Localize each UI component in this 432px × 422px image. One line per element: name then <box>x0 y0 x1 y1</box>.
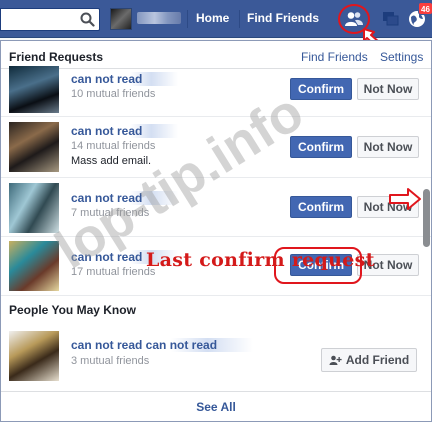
profile-name-blurred[interactable] <box>137 12 181 24</box>
profile-avatar[interactable] <box>110 8 132 30</box>
annotation-arrow-right-icon <box>389 188 421 210</box>
confirm-button[interactable]: Confirm <box>290 196 352 218</box>
dropdown-scrollbar[interactable] <box>423 189 430 247</box>
people-you-may-know-title: People You May Know <box>9 303 136 317</box>
friend-requests-dropdown: Friend Requests Find Friends Settings ca… <box>0 40 432 422</box>
confirm-button[interactable]: Confirm <box>290 136 352 158</box>
search-input[interactable] <box>0 8 100 31</box>
requester-avatar[interactable] <box>9 66 59 113</box>
not-now-button[interactable]: Not Now <box>357 78 419 100</box>
dropdown-header: Friend Requests Find Friends Settings <box>1 41 431 69</box>
suggestion-name[interactable]: can not read can not read <box>71 338 254 352</box>
add-friend-label: Add Friend <box>345 353 410 367</box>
friend-requests-title: Friend Requests <box>9 50 104 64</box>
requester-avatar[interactable] <box>9 122 59 172</box>
requester-avatar[interactable] <box>9 183 59 233</box>
add-friend-button[interactable]: Add Friend <box>321 348 417 372</box>
requester-avatar[interactable] <box>9 241 59 291</box>
see-all-link[interactable]: See All <box>196 400 236 414</box>
friend-request-row: can not read 7 mutual friends Confirm No… <box>1 179 431 237</box>
nav-divider <box>187 10 188 28</box>
notification-count-badge: 46 <box>418 2 432 15</box>
friends-icon <box>345 12 363 26</box>
not-now-button[interactable]: Not Now <box>357 136 419 158</box>
confirm-button[interactable]: Confirm <box>290 78 352 100</box>
suggestion-avatar[interactable] <box>9 331 59 381</box>
mutual-friends-count[interactable]: 14 mutual friends <box>71 140 155 152</box>
mutual-friends-count[interactable]: 3 mutual friends <box>71 355 149 367</box>
see-all-footer: See All <box>1 391 431 421</box>
mutual-friends-count[interactable]: 17 mutual friends <box>71 266 155 278</box>
nav-divider <box>239 10 240 28</box>
request-message: Mass add email. <box>71 155 152 167</box>
settings-link[interactable]: Settings <box>380 50 423 64</box>
requester-name[interactable]: can not read <box>71 191 179 205</box>
mutual-friends-count[interactable]: 7 mutual friends <box>71 207 149 219</box>
friend-request-row: can not read 10 mutual friends Confirm N… <box>1 66 431 117</box>
search-icon[interactable] <box>80 12 95 27</box>
mutual-friends-count[interactable]: 10 mutual friends <box>71 88 155 100</box>
friend-request-row: can not read 14 mutual friends Mass add … <box>1 118 431 178</box>
find-friends-header-link[interactable]: Find Friends <box>301 50 368 64</box>
find-friends-link[interactable]: Find Friends <box>247 11 319 25</box>
home-link[interactable]: Home <box>196 11 229 25</box>
requester-name[interactable]: can not read <box>71 72 179 86</box>
add-friend-icon <box>329 355 342 365</box>
requester-name[interactable]: can not read <box>71 124 179 138</box>
annotation-text: Last confirm request <box>146 249 375 271</box>
